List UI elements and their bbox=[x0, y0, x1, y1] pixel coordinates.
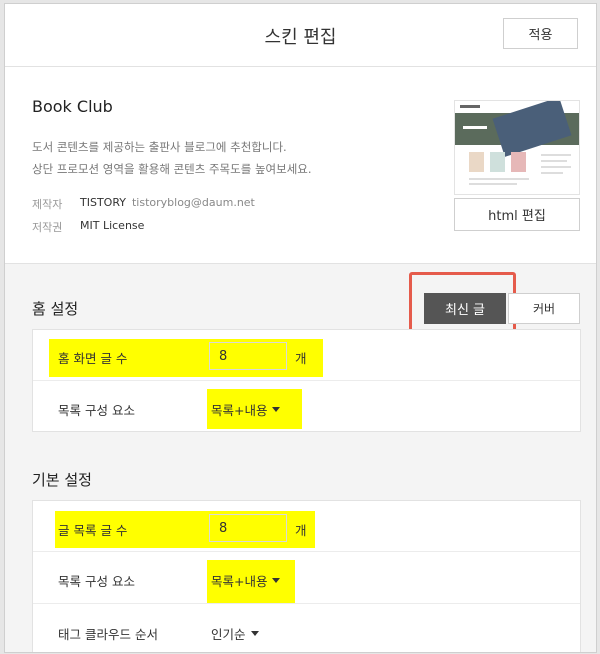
author-name: TISTORY bbox=[80, 196, 126, 209]
home-post-count-label: 홈 화면 글 수 bbox=[58, 351, 128, 366]
caret-down-icon bbox=[272, 407, 281, 412]
skin-description-line: 도서 콘텐츠를 제공하는 출판사 블로그에 추천합니다. bbox=[32, 140, 287, 154]
caret-down-icon bbox=[250, 631, 259, 636]
home-list-components-value: 목록+내용 bbox=[211, 403, 268, 418]
home-list-components-row: 목록 구성 요소 목록+내용 bbox=[33, 381, 580, 432]
license-row: 저작권 MIT License bbox=[32, 219, 144, 235]
thumbnail-line bbox=[469, 178, 529, 180]
thumbnail-line bbox=[541, 154, 571, 156]
thumbnail-logo bbox=[460, 105, 480, 108]
basic-settings-title: 기본 설정 bbox=[32, 471, 92, 489]
list-post-count-row: 글 목록 글 수 개 bbox=[33, 501, 580, 552]
header: 스킨 편집 적용 bbox=[5, 4, 596, 67]
annotation-box bbox=[409, 272, 516, 334]
home-post-count-row: 홈 화면 글 수 개 bbox=[33, 330, 580, 381]
thumbnail-line bbox=[469, 183, 517, 185]
license-value: MIT License bbox=[80, 219, 145, 232]
tag-cloud-order-row: 태그 클라우드 순서 인기순 bbox=[33, 604, 580, 652]
skin-description: 도서 콘텐츠를 제공하는 출판사 블로그에 추천합니다. 상단 프로모션 영역을… bbox=[32, 136, 312, 180]
skin-name: Book Club bbox=[32, 97, 113, 116]
apply-button[interactable]: 적용 bbox=[503, 18, 578, 49]
thumbnail-card bbox=[490, 152, 505, 172]
home-settings-title: 홈 설정 bbox=[32, 300, 79, 318]
home-post-count-unit: 개 bbox=[295, 351, 307, 366]
thumbnail-line bbox=[541, 160, 567, 162]
thumbnail-hero bbox=[455, 101, 579, 157]
tab-cover[interactable]: 커버 bbox=[508, 293, 580, 324]
home-post-count-input[interactable] bbox=[209, 342, 287, 370]
tag-cloud-order-select[interactable]: 인기순 bbox=[211, 624, 259, 643]
thumbnail-card bbox=[511, 152, 526, 172]
basic-settings-panel: 글 목록 글 수 개 목록 구성 요소 목록+내용 태그 클라우드 순서 인기순 bbox=[32, 500, 581, 652]
basic-list-components-label: 목록 구성 요소 bbox=[58, 574, 135, 589]
author-email: tistoryblog@daum.net bbox=[131, 196, 255, 209]
tag-cloud-order-value: 인기순 bbox=[211, 627, 246, 642]
author-key: 제작자 bbox=[32, 198, 63, 211]
thumbnail-card bbox=[469, 152, 484, 172]
thumbnail-line bbox=[541, 166, 571, 168]
basic-list-components-value: 목록+내용 bbox=[211, 574, 268, 589]
list-post-count-input[interactable] bbox=[209, 514, 287, 542]
list-post-count-label: 글 목록 글 수 bbox=[58, 523, 128, 538]
tag-cloud-order-label: 태그 클라우드 순서 bbox=[58, 627, 158, 642]
skin-edit-window: 스킨 편집 적용 Book Club 도서 콘텐츠를 제공하는 출판사 블로그에… bbox=[4, 3, 597, 653]
basic-list-components-select[interactable]: 목록+내용 bbox=[211, 571, 281, 590]
basic-list-components-row: 목록 구성 요소 목록+내용 bbox=[33, 552, 580, 604]
home-list-components-label: 목록 구성 요소 bbox=[58, 403, 135, 418]
skin-info: Book Club 도서 콘텐츠를 제공하는 출판사 블로그에 추천합니다. 상… bbox=[5, 67, 596, 264]
home-settings-panel: 홈 화면 글 수 개 목록 구성 요소 목록+내용 bbox=[32, 329, 581, 432]
thumbnail-hero-text bbox=[463, 126, 487, 129]
license-key: 저작권 bbox=[32, 221, 63, 234]
caret-down-icon bbox=[272, 578, 281, 583]
author-row: 제작자 TISTORY tistoryblog@daum.net bbox=[32, 196, 255, 212]
skin-description-line: 상단 프로모션 영역을 활용해 콘텐츠 주목도를 높여보세요. bbox=[32, 162, 312, 176]
home-list-components-select[interactable]: 목록+내용 bbox=[211, 400, 281, 419]
html-edit-button[interactable]: html 편집 bbox=[454, 198, 580, 231]
thumbnail-line bbox=[541, 172, 563, 174]
list-post-count-unit: 개 bbox=[295, 523, 307, 538]
skin-thumbnail bbox=[454, 100, 580, 195]
